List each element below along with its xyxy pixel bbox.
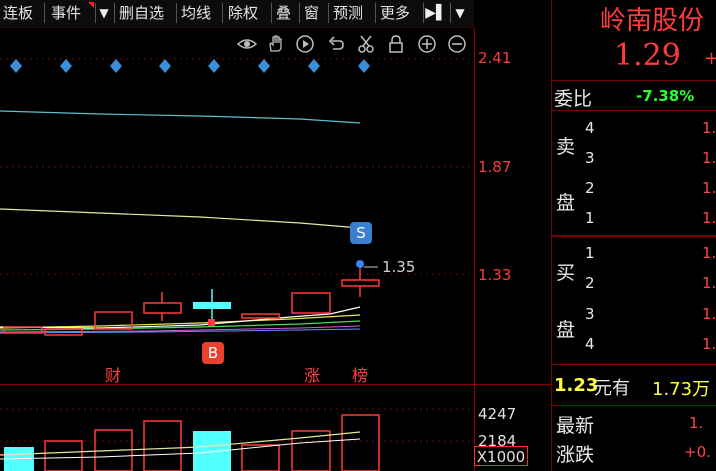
toolbar-item-moving-average[interactable]: 均线 [178, 2, 214, 24]
sell-level: 1 [585, 209, 595, 227]
buy-level: 1 [585, 244, 595, 262]
current-price: 1.29 [614, 38, 681, 73]
event-label[interactable]: 财 [105, 362, 121, 386]
sell-signal-badge[interactable]: S [350, 222, 372, 244]
notification-marker [88, 2, 94, 8]
buy-price: 1. [702, 305, 716, 323]
divider [552, 235, 716, 237]
toolbar-divider [375, 3, 376, 23]
toolbar-item-lianban[interactable]: 连板 [0, 2, 36, 24]
event-label[interactable]: 涨 [304, 362, 320, 386]
latest-value: 1. [689, 414, 704, 432]
toolbar-divider [450, 3, 451, 23]
buy-price: 1. [702, 244, 716, 262]
toolbar: 连板 事件 ▼ 删自选 均线 除权 叠 窗 预测 更多 ▶▌ ▼ [0, 0, 474, 28]
sell-level: 2 [585, 179, 595, 197]
divider [552, 80, 716, 81]
buy-price: 1. [702, 335, 716, 353]
price-tick: 1.33 [478, 266, 512, 284]
price-tick: 2.41 [478, 49, 512, 67]
change-label: 涨跌 [556, 444, 595, 466]
cash-text: 元有 [594, 378, 630, 399]
buy-signal-badge[interactable]: B [202, 342, 224, 364]
volume-unit-button[interactable]: X1000 [474, 446, 528, 466]
toolbar-divider [44, 3, 45, 23]
cash-amount: 1.73万 [652, 379, 711, 400]
sell-price: 1. [702, 149, 716, 167]
toolbar-item-ex-rights[interactable]: 除权 [225, 2, 261, 24]
change-value: +0. [684, 443, 711, 461]
toolbar-item-more[interactable]: 更多 [377, 2, 413, 24]
toolbar-item-window[interactable]: 窗 [301, 2, 322, 24]
sell-side-label: 盘 [556, 192, 576, 214]
candlestick-chart[interactable] [0, 27, 551, 471]
price-tick: 1.87 [478, 158, 512, 176]
latest-label: 最新 [556, 415, 595, 437]
toolbar-item-forecast[interactable]: 预测 [330, 2, 366, 24]
stock-name: 岭南股份 [600, 6, 705, 36]
chevron-down-icon[interactable]: ▼ [96, 2, 112, 24]
toolbar-divider [222, 3, 223, 23]
toolbar-divider [176, 3, 177, 23]
divider [552, 405, 716, 406]
buy-level: 2 [585, 274, 595, 292]
signal-markers [10, 58, 410, 73]
divider [552, 110, 716, 111]
toolbar-divider [299, 3, 300, 23]
sell-level: 3 [585, 149, 595, 167]
event-label[interactable]: 榜 [352, 362, 368, 386]
last-price-label: 1.35 [382, 258, 416, 276]
toolbar-item-remove-watchlist[interactable]: 删自选 [116, 2, 167, 24]
volume-tick: 4247 [478, 405, 517, 423]
toolbar-item-overlay[interactable]: 叠 [273, 2, 294, 24]
buy-price: 1. [702, 274, 716, 292]
cash-value: 1.23 [554, 375, 599, 396]
chevron-down-icon[interactable]: ▼ [452, 2, 468, 24]
buy-level: 4 [585, 335, 595, 353]
sell-price: 1. [702, 119, 716, 137]
sell-price: 1. [702, 179, 716, 197]
next-page-icon[interactable]: ▶▌ [424, 2, 448, 24]
sell-side-label: 卖 [556, 136, 576, 158]
toolbar-divider [114, 3, 115, 23]
sell-level: 4 [585, 119, 595, 137]
buy-side-label: 买 [556, 262, 576, 284]
quote-panel: 岭南股份 1.29 + 委比 -7.38% 卖 盘 4 3 2 1 1. 1. … [551, 0, 716, 471]
weibi-label: 委比 [554, 88, 593, 110]
toolbar-divider [271, 3, 272, 23]
toolbar-item-events[interactable]: 事件 [48, 2, 84, 24]
buy-level: 3 [585, 305, 595, 323]
weibi-value: -7.38% [636, 87, 695, 105]
toolbar-divider [328, 3, 329, 23]
price-change-sign: + [704, 48, 716, 69]
divider [552, 364, 716, 365]
sell-price: 1. [702, 209, 716, 227]
buy-side-label: 盘 [556, 319, 576, 341]
